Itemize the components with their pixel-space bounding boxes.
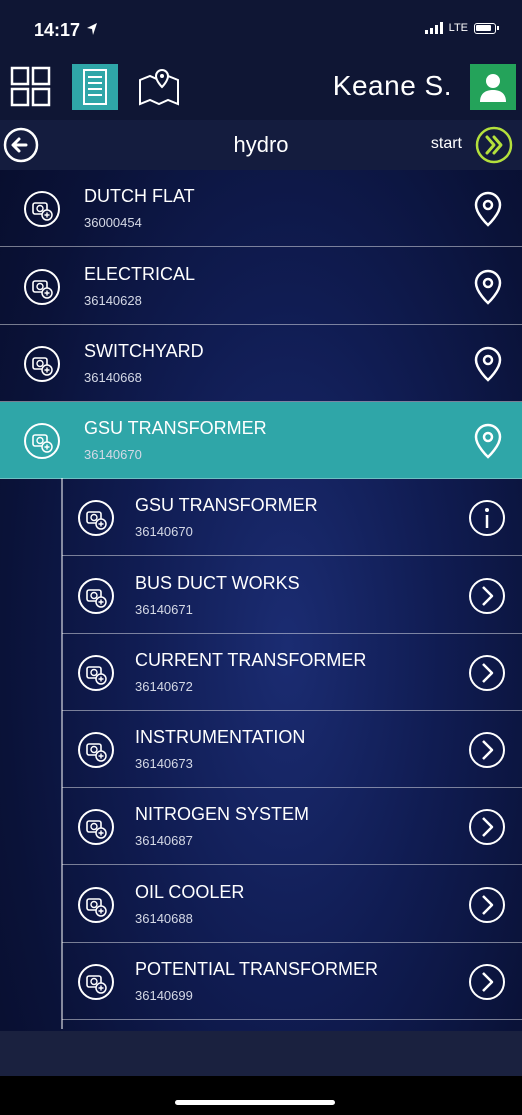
item-name: SWITCHYARD <box>84 341 204 361</box>
item-name: POTENTIAL TRANSFORMER <box>135 959 379 979</box>
add-photo-icon[interactable] <box>22 189 62 229</box>
item-code: 36140668 <box>84 370 142 385</box>
location-pin-icon[interactable] <box>468 344 508 384</box>
info-icon[interactable] <box>467 498 507 538</box>
chevron-right-icon[interactable] <box>467 730 507 770</box>
home-indicator[interactable] <box>175 1100 335 1105</box>
bottom-bar <box>0 1031 522 1076</box>
battery-icon <box>474 22 499 34</box>
list-item[interactable]: ELECTRICAL 36140628 <box>0 248 522 325</box>
add-photo-icon[interactable] <box>76 653 116 693</box>
add-photo-icon[interactable] <box>76 498 116 538</box>
add-photo-icon[interactable] <box>76 962 116 1002</box>
nav-bar: hydro start <box>0 120 522 170</box>
item-code: 36140670 <box>135 524 193 539</box>
list-item[interactable]: DUTCH FLAT 36000454 <box>0 170 522 247</box>
item-code: 36140673 <box>135 756 193 771</box>
status-time: 14:17 <box>34 20 81 40</box>
child-list-item[interactable]: OIL COOLER 36140688 <box>62 866 522 943</box>
item-name: BUS DUCT WORKS <box>135 573 300 593</box>
child-list-item[interactable]: POTENTIAL TRANSFORMER 36140699 <box>62 943 522 1020</box>
item-name: GSU TRANSFORMER <box>84 418 267 438</box>
item-code: 36140672 <box>135 679 193 694</box>
item-code: 36000454 <box>84 215 142 230</box>
network-label: LTE <box>448 22 468 34</box>
location-pin-icon[interactable] <box>468 267 508 307</box>
home-area <box>0 1076 522 1115</box>
item-code: 36140628 <box>84 293 142 308</box>
item-name: GSU TRANSFORMER <box>135 495 318 515</box>
grid-view-icon[interactable] <box>8 64 54 110</box>
chevron-right-icon[interactable] <box>467 807 507 847</box>
top-toolbar: Keane S. <box>0 56 522 120</box>
chevron-right-icon[interactable] <box>467 962 507 1002</box>
child-list-item[interactable]: GSU TRANSFORMER 36140670 <box>62 479 522 556</box>
add-photo-icon[interactable] <box>76 807 116 847</box>
item-code: 36140688 <box>135 911 193 926</box>
location-pin-icon[interactable] <box>468 421 508 461</box>
item-code: 36140699 <box>135 988 193 1003</box>
start-forward-icon[interactable] <box>474 125 514 165</box>
item-name: INSTRUMENTATION <box>135 727 306 747</box>
add-photo-icon[interactable] <box>76 885 116 925</box>
child-list-item[interactable]: NITROGEN SYSTEM 36140687 <box>62 788 522 865</box>
status-indicators: LTE <box>424 22 499 34</box>
status-bar: 14:17 LTE <box>0 0 522 56</box>
user-avatar-icon[interactable] <box>470 64 516 110</box>
item-code: 36140671 <box>135 602 193 617</box>
add-photo-icon[interactable] <box>22 267 62 307</box>
map-view-icon[interactable] <box>136 64 182 110</box>
add-photo-icon[interactable] <box>22 344 62 384</box>
chevron-right-icon[interactable] <box>467 653 507 693</box>
item-name: ELECTRICAL <box>84 264 196 284</box>
list-item[interactable]: SWITCHYARD 36140668 <box>0 325 522 402</box>
location-pin-icon[interactable] <box>468 189 508 229</box>
item-name: CURRENT TRANSFORMER <box>135 650 367 670</box>
item-code: 36140687 <box>135 833 193 848</box>
start-label[interactable]: start <box>431 135 462 153</box>
item-name: NITROGEN SYSTEM <box>135 804 310 824</box>
chevron-right-icon[interactable] <box>467 885 507 925</box>
signal-icon <box>424 22 443 34</box>
list-item-selected[interactable]: GSU TRANSFORMER 36140670 <box>0 402 522 479</box>
list-view-icon[interactable] <box>72 64 118 110</box>
add-photo-icon[interactable] <box>76 576 116 616</box>
item-code: 36140670 <box>84 447 142 462</box>
chevron-right-icon[interactable] <box>467 576 507 616</box>
location-arrow-icon <box>87 23 97 35</box>
child-list-item[interactable]: CURRENT TRANSFORMER 36140672 <box>62 634 522 711</box>
item-name: DUTCH FLAT <box>84 186 195 206</box>
child-list-item[interactable]: INSTRUMENTATION 36140673 <box>62 711 522 788</box>
item-name: OIL COOLER <box>135 882 245 902</box>
child-list-item[interactable]: BUS DUCT WORKS 36140671 <box>62 557 522 634</box>
add-photo-icon[interactable] <box>22 421 62 461</box>
add-photo-icon[interactable] <box>76 730 116 770</box>
user-name[interactable]: Keane S. <box>333 70 452 102</box>
